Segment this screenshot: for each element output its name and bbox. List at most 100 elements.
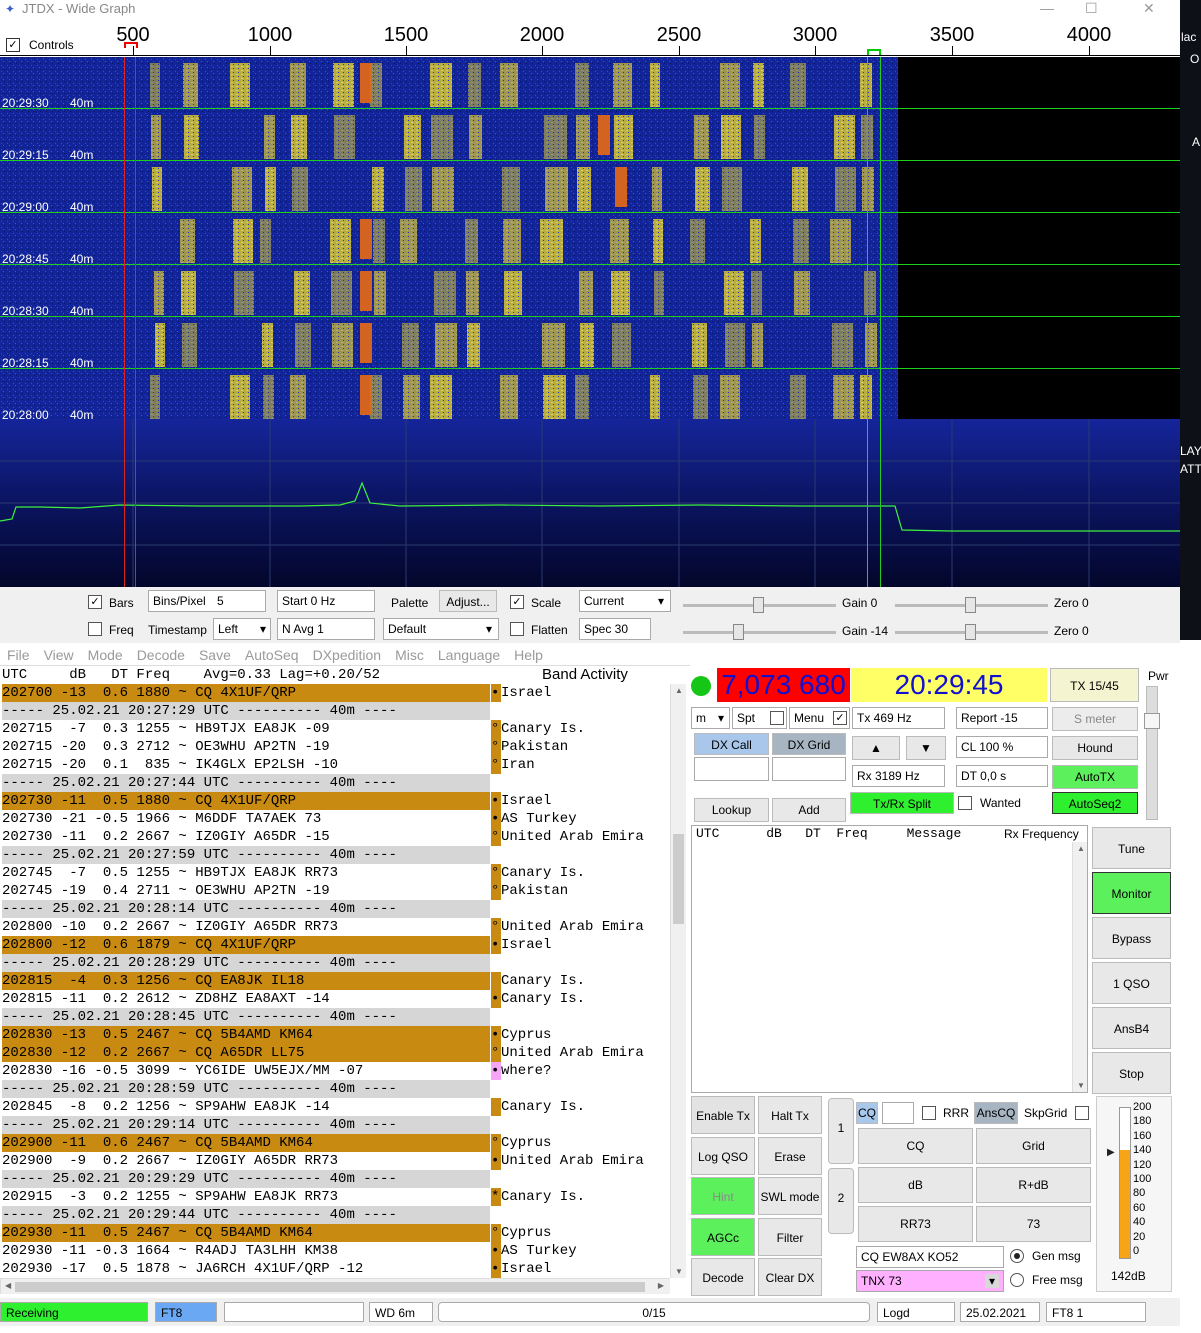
autoseq-button[interactable]: AutoSeq2 xyxy=(1052,792,1138,814)
scroll-thumb[interactable] xyxy=(15,1282,645,1292)
decode-row[interactable]: 202730 -21 -0.5 1966 ~ M6DDF TA7AEK 73 • A… xyxy=(0,810,670,828)
slider-handle[interactable] xyxy=(733,624,744,640)
scroll-left-icon[interactable]: ◀ xyxy=(5,1281,11,1290)
menu-mode[interactable]: Mode xyxy=(88,647,123,663)
spt-option[interactable]: Spt xyxy=(732,707,787,729)
tx-frequency-spinner[interactable]: Tx 469 Hz xyxy=(852,707,945,729)
close-button[interactable]: ✕ xyxy=(1143,0,1155,17)
scroll-up-icon[interactable]: ▲ xyxy=(1077,844,1085,853)
start-hz-spinner[interactable]: Start 0 Hz xyxy=(277,590,375,612)
decode-row[interactable]: 202800 -10 0.2 2667 ~ IZ0GIY A65DR RR73 °… xyxy=(0,918,670,936)
period-separator-row[interactable]: ----- 25.02.21 20:28:14 UTC ---------- 4… xyxy=(0,900,670,918)
menu-decode[interactable]: Decode xyxy=(137,647,185,663)
decode-row[interactable]: 202930 -11 -0.3 1664 ~ R4ADJ TA3LHH KM38… xyxy=(0,1242,670,1260)
report-spinner[interactable]: Report -15 xyxy=(956,707,1048,729)
dial-frequency-display[interactable]: 7,073 680 xyxy=(717,668,850,702)
period-separator-row[interactable]: ----- 25.02.21 20:28:29 UTC ---------- 4… xyxy=(0,954,670,972)
decode-row[interactable]: 202730 -11 0.2 2667 ~ IZ0GIY A65DR -15 ° U… xyxy=(0,828,670,846)
scroll-up-icon[interactable]: ▲ xyxy=(675,686,683,695)
scroll-down-icon[interactable]: ▼ xyxy=(675,1267,683,1276)
ansb4-button[interactable]: AnsB4 xyxy=(1092,1007,1171,1049)
skpgrid-checkbox[interactable] xyxy=(1075,1106,1089,1120)
decode-row[interactable]: 202800 -12 0.6 1879 ~ CQ 4X1UF/QRP • Israe… xyxy=(0,936,670,954)
s-meter-button[interactable]: S meter xyxy=(1052,707,1138,731)
free-message-select[interactable]: TNX 73 ▾ xyxy=(856,1270,1004,1292)
controls-checkbox[interactable]: ✓ xyxy=(6,38,20,52)
period-separator-row[interactable]: ----- 25.02.21 20:28:45 UTC ---------- 4… xyxy=(0,1008,670,1026)
tx-rx-split-button[interactable]: Tx/Rx Split xyxy=(850,792,954,814)
decode-row[interactable]: 202730 -11 0.5 1880 ~ CQ 4X1UF/QRP • Israe… xyxy=(0,792,670,810)
cq-option-button[interactable]: CQ xyxy=(856,1102,878,1124)
navg-spinner[interactable]: N Avg 1 xyxy=(277,618,375,640)
scrollbar[interactable]: ▲ ▼ xyxy=(1072,842,1087,1092)
dt-spinner[interactable]: DT 0,0 s xyxy=(956,765,1048,787)
adjust-button[interactable]: Adjust... xyxy=(439,590,497,612)
decode-row[interactable]: 202700 -13 0.6 1880 ~ CQ 4X1UF/QRP • Israe… xyxy=(0,684,670,702)
waterfall-display[interactable]: 20:29:30 40m 20:29:15 40m 20:29:00 40m 20:28:4… xyxy=(0,57,1180,422)
scroll-right-icon[interactable]: ▶ xyxy=(658,1281,664,1290)
menu-view[interactable]: View xyxy=(44,647,74,663)
scroll-down-icon[interactable]: ▼ xyxy=(1077,1081,1085,1090)
frequency-ruler[interactable]: 500 1000 1500 2000 2500 3000 3500 4000 xyxy=(0,18,1180,56)
decode-row[interactable]: 202830 -13 0.5 2467 ~ CQ 5B4AMD KM64 • Cyp… xyxy=(0,1026,670,1044)
period-separator-row[interactable]: ----- 25.02.21 20:29:14 UTC ---------- 4… xyxy=(0,1116,670,1134)
gain-slider-2[interactable] xyxy=(683,631,836,634)
agcc-button[interactable]: AGCc xyxy=(691,1218,755,1256)
menu-help[interactable]: Help xyxy=(514,647,543,663)
band-activity-panel[interactable]: UTC dB DT Freq Avg=0.33 Lag=+0.20/52 Ban… xyxy=(0,666,686,1296)
stop-button[interactable]: Stop xyxy=(1092,1052,1171,1094)
menu-misc[interactable]: Misc xyxy=(395,647,424,663)
spectrum-select[interactable]: Current ▾ xyxy=(579,590,671,612)
period-separator-row[interactable]: ----- 25.02.21 20:27:29 UTC ---------- 4… xyxy=(0,702,670,720)
1-qso-button[interactable]: 1 QSO xyxy=(1092,962,1171,1004)
decode-row[interactable]: 202930 -11 0.5 2467 ~ CQ 5B4AMD KM64 ° Cyp… xyxy=(0,1224,670,1242)
horizontal-scrollbar[interactable]: ◀ ▶ xyxy=(0,1278,670,1294)
free-msg-radio[interactable] xyxy=(1010,1273,1024,1287)
power-slider[interactable] xyxy=(1144,686,1160,820)
period-separator-row[interactable]: ----- 25.02.21 20:28:59 UTC ---------- 4… xyxy=(0,1080,670,1098)
slider-handle[interactable] xyxy=(753,597,764,613)
gen-msg-radio[interactable] xyxy=(1010,1249,1024,1263)
tune-button[interactable]: Tune xyxy=(1092,827,1171,869)
scroll-thumb[interactable] xyxy=(673,834,684,924)
msg-rr73-button[interactable]: RR73 xyxy=(858,1206,973,1242)
erase-button[interactable]: Erase xyxy=(758,1137,822,1175)
dx-call-button[interactable]: DX Call xyxy=(694,733,769,755)
enable-tx-button[interactable]: Enable Tx xyxy=(691,1096,755,1134)
decode-row[interactable]: 202845 -8 0.2 1256 ~ SP9AHW EA8JK -14 Can… xyxy=(0,1098,670,1116)
tx-down-button[interactable]: ▼ xyxy=(906,736,946,760)
msg-db-button[interactable]: dB xyxy=(858,1167,973,1203)
period-separator-row[interactable]: ----- 25.02.21 20:27:59 UTC ---------- 4… xyxy=(0,846,670,864)
decode-row[interactable]: 202745 -19 0.4 2711 ~ OE3WHU AP2TN -19 ° P… xyxy=(0,882,670,900)
spec-spinner[interactable]: Spec 30 xyxy=(579,618,651,640)
tab-1[interactable]: 1 xyxy=(828,1098,854,1164)
chevron-down-icon[interactable]: ▾ xyxy=(985,1274,999,1288)
slider-handle[interactable] xyxy=(1144,713,1160,729)
swl-mode-button[interactable]: SWL mode xyxy=(758,1177,822,1215)
menu-autoseq[interactable]: AutoSeq xyxy=(245,647,299,663)
hint-button[interactable]: Hint xyxy=(691,1177,755,1215)
decode-row[interactable]: 202815 -4 0.3 1256 ~ CQ EA8JK IL18 Canary… xyxy=(0,972,670,990)
decode-row[interactable]: 202815 -11 0.2 2612 ~ ZD8HZ EA8AXT -14 • C… xyxy=(0,990,670,1008)
monitor-button[interactable]: Monitor xyxy=(1092,872,1171,914)
decode-row[interactable]: 202745 -7 0.5 1255 ~ HB9TJX EA8JK RR73 ° C… xyxy=(0,864,670,882)
generated-message-input[interactable]: CQ EW8AX KO52 xyxy=(856,1246,1004,1268)
msg-73-button[interactable]: 73 xyxy=(976,1206,1091,1242)
menu-save[interactable]: Save xyxy=(199,647,231,663)
period-separator-row[interactable]: ----- 25.02.21 20:29:29 UTC ---------- 4… xyxy=(0,1170,670,1188)
decode-list[interactable]: 202700 -13 0.6 1880 ~ CQ 4X1UF/QRP • Israe… xyxy=(0,684,670,1278)
decode-row[interactable]: 202715 -7 0.3 1255 ~ HB9TJX EA8JK -09 ° Ca… xyxy=(0,720,670,738)
tx-up-button[interactable]: ▲ xyxy=(852,736,900,760)
log-qso-button[interactable]: Log QSO xyxy=(691,1137,755,1175)
anscq-button[interactable]: AnsCQ xyxy=(974,1102,1018,1124)
msg-cq-button[interactable]: CQ xyxy=(858,1128,973,1164)
decode-row[interactable]: 202915 -3 0.2 1255 ~ SP9AHW EA8JK RR73 * C… xyxy=(0,1188,670,1206)
palette-select[interactable]: Default ▾ xyxy=(383,618,499,640)
menu-checkbox[interactable]: ✓ xyxy=(833,711,847,725)
slider-handle[interactable] xyxy=(965,624,976,640)
rx-frequency-panel[interactable]: UTC dB DT Freq Message Rx Frequency ▲ ▼ xyxy=(691,825,1088,1093)
spectrum-display[interactable] xyxy=(0,419,1180,587)
slider-handle[interactable] xyxy=(965,597,976,613)
lookup-button[interactable]: Lookup xyxy=(694,798,769,822)
mode-select[interactable]: m ▾ xyxy=(691,707,730,729)
